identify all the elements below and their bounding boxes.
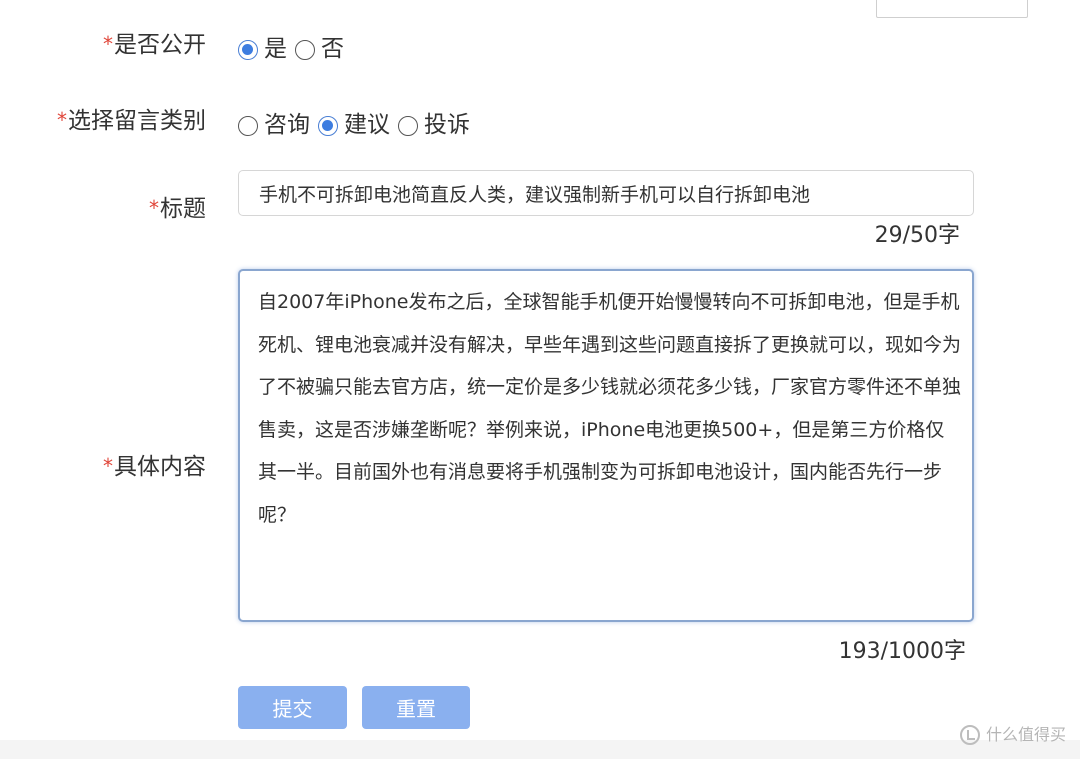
top-input-box[interactable] (876, 0, 1028, 18)
title-input[interactable] (238, 170, 974, 216)
radio-checked-icon[interactable] (238, 39, 258, 60)
content-label-text: 具体内容 (114, 454, 206, 480)
required-mark: * (103, 454, 113, 478)
category-option-complain[interactable]: 投诉 (398, 114, 470, 137)
category-label-text: 选择留言类别 (68, 108, 206, 134)
radio-checked-icon[interactable] (318, 115, 338, 136)
public-option-yes[interactable]: 是 (238, 38, 287, 61)
category-label: *选择留言类别 (57, 110, 206, 133)
content-textarea[interactable]: 自2007年iPhone发布之后，全球智能手机便开始慢慢转向不可拆卸电池，但是手… (238, 269, 974, 622)
required-mark: * (103, 32, 113, 56)
public-radio-group: 是 否 (238, 38, 352, 61)
title-char-counter: 29/50字 (874, 223, 960, 248)
category-option-suggest-label: 建议 (344, 112, 390, 138)
radio-unchecked-icon[interactable] (295, 39, 315, 60)
message-form-page: *是否公开 是 否 *选择留言类别 咨询 建议 投诉 *标题 29/50字 (0, 0, 1080, 740)
public-label-text: 是否公开 (114, 32, 206, 58)
content-char-counter: 193/1000字 (838, 639, 966, 664)
watermark-logo-icon (959, 725, 980, 745)
category-option-consult[interactable]: 咨询 (238, 114, 310, 137)
public-option-no[interactable]: 否 (295, 38, 344, 61)
category-option-suggest[interactable]: 建议 (318, 114, 390, 137)
required-mark: * (149, 196, 159, 220)
submit-button[interactable]: 提交 (238, 686, 347, 729)
title-label: *标题 (149, 198, 206, 221)
category-radio-group: 咨询 建议 投诉 (238, 114, 478, 137)
category-option-complain-label: 投诉 (424, 112, 470, 138)
public-label: *是否公开 (103, 34, 206, 57)
watermark-text: 什么值得买 (985, 725, 1066, 744)
category-option-consult-label: 咨询 (264, 112, 310, 138)
content-label: *具体内容 (103, 456, 206, 479)
reset-button[interactable]: 重置 (362, 686, 470, 729)
required-mark: * (57, 108, 67, 132)
watermark: 什么值得买 (959, 725, 1066, 745)
title-label-text: 标题 (160, 196, 206, 222)
public-option-yes-label: 是 (264, 36, 287, 62)
radio-unchecked-icon[interactable] (398, 115, 418, 136)
radio-unchecked-icon[interactable] (238, 115, 258, 136)
public-option-no-label: 否 (321, 36, 344, 62)
